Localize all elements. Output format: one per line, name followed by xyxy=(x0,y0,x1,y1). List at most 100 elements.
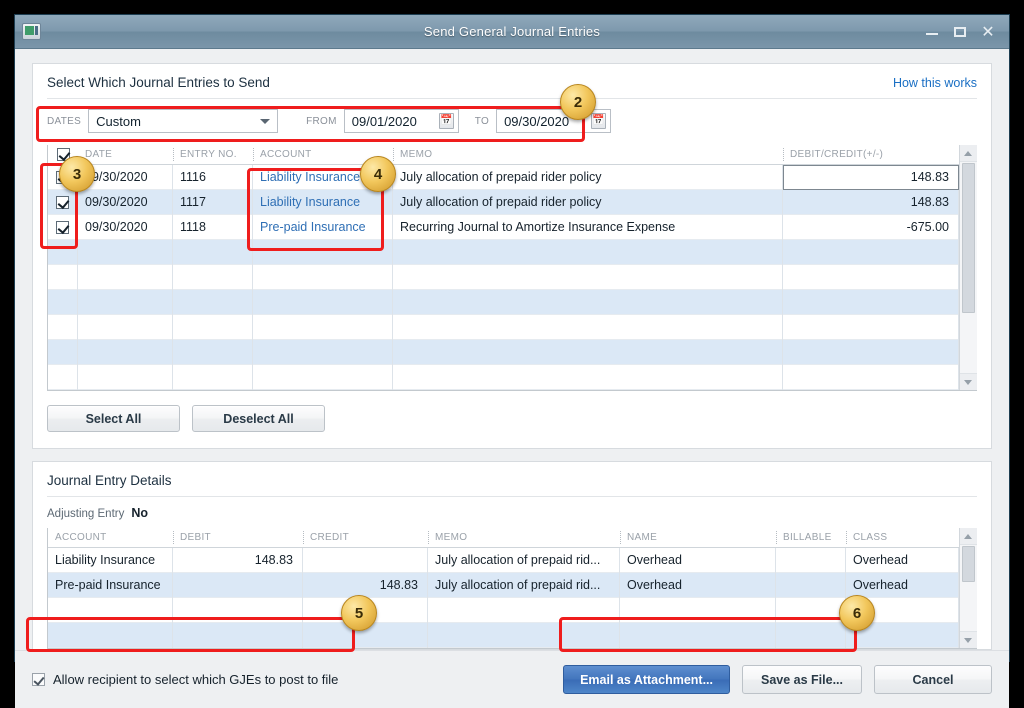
table-row-empty[interactable] xyxy=(48,265,959,290)
detail-credit[interactable] xyxy=(303,548,428,573)
allow-recipient-checkbox-row[interactable]: Allow recipient to select which GJEs to … xyxy=(32,672,338,687)
scroll-down-arrow-icon[interactable] xyxy=(960,373,977,390)
empty-cell xyxy=(78,240,173,265)
table-row[interactable]: Liability Insurance148.83 July allocation… xyxy=(48,548,959,573)
details-panel-title: Journal Entry Details xyxy=(47,473,977,488)
to-date-value: 09/30/2020 xyxy=(504,114,569,129)
row-select-checkbox-cell[interactable] xyxy=(48,215,78,240)
row-entry-no[interactable]: 1117 xyxy=(173,190,253,215)
dates-range-select[interactable]: Custom xyxy=(88,109,278,133)
journal-entry-details-panel: Journal Entry Details Adjusting EntryNo … xyxy=(32,461,992,650)
empty-cell xyxy=(253,365,393,390)
scroll-down-arrow-icon[interactable] xyxy=(960,631,977,648)
detail-debit[interactable] xyxy=(173,573,303,598)
table-row-empty[interactable] xyxy=(48,365,959,390)
allow-recipient-checkbox[interactable] xyxy=(32,673,45,686)
detail-account[interactable]: Liability Insurance xyxy=(48,548,173,573)
empty-cell xyxy=(48,315,78,340)
detail-memo[interactable]: July allocation of prepaid rid... xyxy=(428,573,620,598)
row-select-checkbox-cell[interactable] xyxy=(48,190,78,215)
calendar-icon[interactable]: 📅 xyxy=(439,113,454,129)
row-memo[interactable]: July allocation of prepaid rider policy xyxy=(393,165,783,190)
row-select-checkbox[interactable] xyxy=(56,171,69,184)
empty-cell xyxy=(783,265,959,290)
save-as-file-button[interactable]: Save as File... xyxy=(742,665,862,694)
detail-debit[interactable]: 148.83 xyxy=(173,548,303,573)
empty-cell xyxy=(173,340,253,365)
detail-billable[interactable] xyxy=(776,573,846,598)
detail-billable[interactable] xyxy=(776,548,846,573)
to-date-input[interactable]: 09/30/2020 📅 xyxy=(496,109,611,133)
detail-memo[interactable]: July allocation of prepaid rid... xyxy=(428,548,620,573)
close-icon[interactable]: ✕ xyxy=(981,25,995,39)
empty-cell xyxy=(173,623,303,648)
details-vertical-scrollbar[interactable] xyxy=(959,528,976,648)
dates-label: DATES xyxy=(47,116,81,127)
scrollbar-thumb[interactable] xyxy=(962,546,975,582)
empty-cell xyxy=(48,340,78,365)
row-debit-credit[interactable]: -675.00 xyxy=(783,215,959,240)
empty-cell xyxy=(173,598,303,623)
maximize-button[interactable] xyxy=(953,25,967,39)
table-row[interactable]: 09/30/20201118Pre-paid InsuranceRecurrin… xyxy=(48,215,959,240)
detail-name[interactable]: Overhead xyxy=(620,548,776,573)
select-entries-panel: Select Which Journal Entries to Send How… xyxy=(32,63,992,449)
scroll-up-arrow-icon[interactable] xyxy=(960,145,977,162)
row-debit-credit[interactable]: 148.83 xyxy=(783,190,959,215)
detail-credit[interactable]: 148.83 xyxy=(303,573,428,598)
row-account[interactable]: Liability Insurance xyxy=(253,190,393,215)
row-date[interactable]: 09/30/2020 xyxy=(78,215,173,240)
scrollbar-track[interactable] xyxy=(960,162,977,373)
detail-name[interactable]: Overhead xyxy=(620,573,776,598)
empty-cell xyxy=(48,290,78,315)
calendar-icon[interactable]: 📅 xyxy=(591,113,606,129)
row-select-checkbox[interactable] xyxy=(56,221,69,234)
table-row-empty[interactable] xyxy=(48,623,959,648)
table-row[interactable]: Pre-paid Insurance 148.83July allocation … xyxy=(48,573,959,598)
row-select-checkbox[interactable] xyxy=(56,196,69,209)
deselect-all-button[interactable]: Deselect All xyxy=(192,405,325,432)
table-row-empty[interactable] xyxy=(48,315,959,340)
from-date-input[interactable]: 09/01/2020 📅 xyxy=(344,109,459,133)
row-debit-credit[interactable]: 148.83 xyxy=(783,165,959,190)
table-row-empty[interactable] xyxy=(48,340,959,365)
row-memo[interactable]: Recurring Journal to Amortize Insurance … xyxy=(393,215,783,240)
select-all-checkbox[interactable] xyxy=(57,148,70,161)
minimize-button[interactable] xyxy=(925,25,939,39)
empty-cell xyxy=(783,290,959,315)
row-entry-no[interactable]: 1118 xyxy=(173,215,253,240)
empty-cell xyxy=(173,265,253,290)
select-all-button[interactable]: Select All xyxy=(47,405,180,432)
detail-account[interactable]: Pre-paid Insurance xyxy=(48,573,173,598)
scrollbar-thumb[interactable] xyxy=(962,163,975,313)
detail-class[interactable]: Overhead xyxy=(846,573,959,598)
row-account[interactable]: Liability Insurance xyxy=(253,165,393,190)
row-account[interactable]: Pre-paid Insurance xyxy=(253,215,393,240)
grid-vertical-scrollbar[interactable] xyxy=(959,145,976,390)
details-header-credit: CREDIT xyxy=(303,528,428,547)
details-rows-container: Liability Insurance148.83July allocation… xyxy=(48,548,959,648)
dialog-footer: Allow recipient to select which GJEs to … xyxy=(15,650,1009,708)
details-header-debit: DEBIT xyxy=(173,528,303,547)
table-row-empty[interactable] xyxy=(48,290,959,315)
row-date[interactable]: 09/30/2020 xyxy=(78,165,173,190)
scrollbar-track[interactable] xyxy=(960,545,977,631)
window-title: Send General Journal Entries xyxy=(15,24,1009,39)
empty-cell xyxy=(48,240,78,265)
table-row[interactable]: 09/30/20201117Liability InsuranceJuly al… xyxy=(48,190,959,215)
how-this-works-link[interactable]: How this works xyxy=(893,76,977,90)
empty-cell xyxy=(48,623,173,648)
detail-class[interactable]: Overhead xyxy=(846,548,959,573)
email-as-attachment-button[interactable]: Email as Attachment... xyxy=(563,665,730,694)
table-row[interactable]: 09/30/20201116Liability InsuranceJuly al… xyxy=(48,165,959,190)
row-entry-no[interactable]: 1116 xyxy=(173,165,253,190)
row-select-checkbox-cell[interactable] xyxy=(48,165,78,190)
table-row-empty[interactable] xyxy=(48,598,959,623)
row-memo[interactable]: July allocation of prepaid rider policy xyxy=(393,190,783,215)
row-date[interactable]: 09/30/2020 xyxy=(78,190,173,215)
empty-cell xyxy=(393,340,783,365)
table-row-empty[interactable] xyxy=(48,240,959,265)
journal-entries-grid-body: DATE ENTRY NO. ACCOUNT MEMO DEBIT/CREDIT… xyxy=(48,145,959,390)
cancel-button[interactable]: Cancel xyxy=(874,665,992,694)
scroll-up-arrow-icon[interactable] xyxy=(960,528,977,545)
